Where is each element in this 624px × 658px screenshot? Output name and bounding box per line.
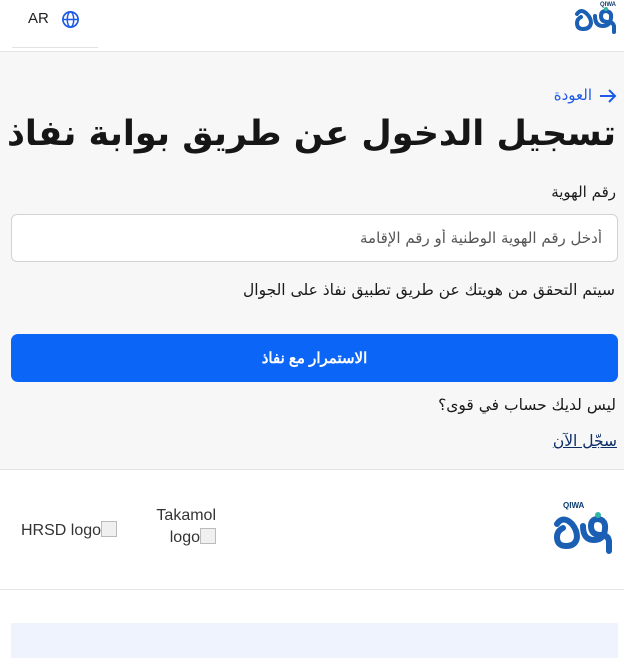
continue-with-nafath-button[interactable]: الاستمرار مع نفاذ: [11, 334, 618, 382]
globe-icon: [62, 11, 79, 28]
broken-image-icon: [200, 528, 216, 544]
no-account-text: ليس لديك حساب في قوى؟: [438, 396, 616, 414]
verification-info-text: سيتم التحقق من هويتك عن طريق تطبيق نفاذ …: [243, 281, 615, 299]
page-title: تسجيل الدخول عن طريق بوابة نفاذ: [6, 114, 616, 154]
language-switcher[interactable]: AR: [12, 0, 98, 48]
hrsd-logo: HRSD logo: [21, 520, 118, 542]
id-field-label: رقم الهوية: [551, 183, 616, 201]
info-banner: [11, 623, 618, 658]
hrsd-logo-alt: HRSD logo: [21, 522, 102, 539]
qiwa-logo[interactable]: QIWA: [573, 0, 621, 34]
takamol-logo: Takamol logo: [128, 505, 216, 549]
language-label: AR: [28, 10, 49, 27]
svg-text:QIWA: QIWA: [563, 501, 585, 510]
back-link[interactable]: العودة: [554, 86, 592, 104]
arrow-right-icon[interactable]: [597, 87, 619, 105]
broken-image-icon: [101, 521, 118, 537]
qiwa-footer-logo: QIWA: [553, 501, 612, 554]
register-now-link[interactable]: سجّل الآن: [553, 432, 617, 450]
svg-text:QIWA: QIWA: [600, 2, 617, 8]
id-number-input[interactable]: [11, 214, 618, 262]
top-header: AR QIWA: [0, 0, 624, 52]
